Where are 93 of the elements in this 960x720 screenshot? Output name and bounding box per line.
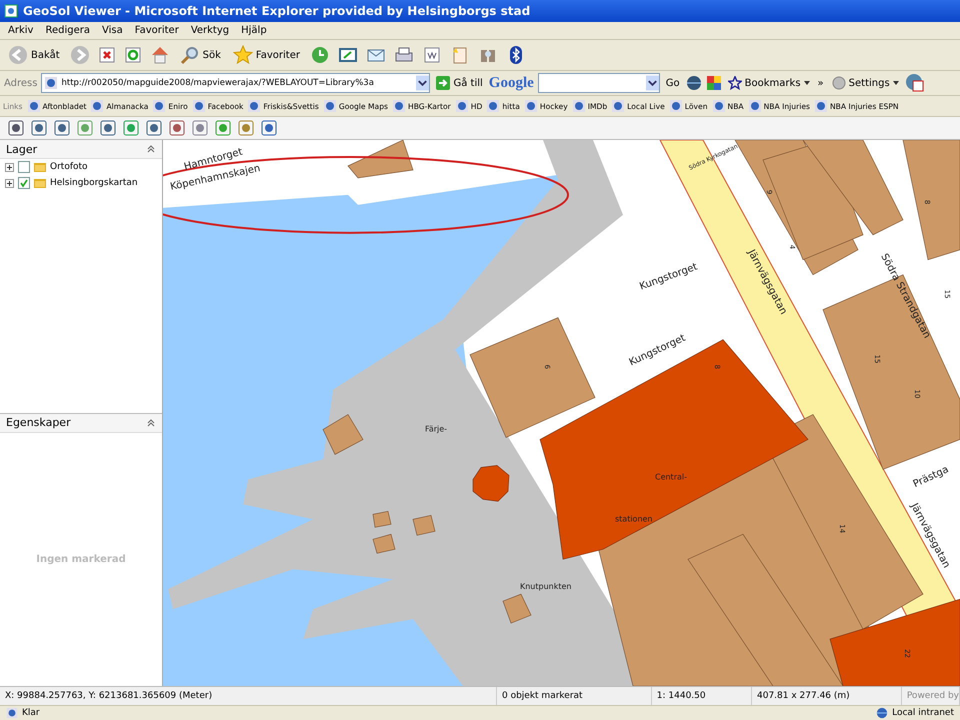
home-icon[interactable]: [150, 45, 170, 65]
menu-item[interactable]: Verktyg: [190, 25, 230, 36]
expand-icon[interactable]: [5, 178, 14, 188]
map-tool-icon[interactable]: [192, 120, 208, 136]
google-logo: Google: [488, 74, 534, 92]
window-icon[interactable]: [338, 45, 358, 65]
dropdown-icon[interactable]: [416, 75, 430, 91]
menu-item[interactable]: Visa: [102, 25, 123, 36]
caret-icon: [892, 81, 899, 85]
caret-icon: [804, 81, 810, 85]
go-button[interactable]: Gå till: [434, 76, 485, 90]
history-icon[interactable]: [310, 45, 330, 65]
circle-icon: [832, 76, 846, 90]
google-search-field[interactable]: [538, 73, 660, 93]
page-icon: [454, 99, 469, 113]
building: [322, 414, 364, 455]
address-field[interactable]: http://r002050/mapguide2008/mapviewerajax/?WEBLAYOUT=Library%3a: [41, 73, 430, 93]
page-icon: [6, 707, 18, 719]
address-label: Adress: [4, 78, 38, 88]
map-tool-icon[interactable]: [8, 120, 24, 136]
page-icon: [611, 99, 626, 113]
map-tool-icon[interactable]: [54, 120, 70, 136]
coordinates-text: X: 99884.257763, Y: 6213681.365609 (Meter): [0, 687, 497, 705]
window-title: GeoSol Viewer - Microsoft Internet Explorer provided by Helsingborgs stad: [23, 4, 530, 18]
page-icon: [748, 99, 762, 113]
page-icon: [90, 99, 104, 113]
star-icon: [232, 45, 253, 65]
page-icon: [524, 99, 538, 113]
map-tool-icon[interactable]: [123, 120, 139, 136]
map-size: 407.81 x 277.46 (m): [752, 687, 902, 705]
globe-icon: [876, 707, 888, 719]
settings-button[interactable]: Settings: [830, 76, 901, 90]
star-icon: [728, 76, 742, 90]
map-tool-icon[interactable]: [169, 120, 185, 136]
page-icon: [44, 76, 58, 90]
building: [372, 510, 392, 528]
page-icon: [712, 99, 726, 113]
dropdown-icon[interactable]: [646, 75, 659, 91]
panel-title: Egenskaper: [6, 416, 71, 429]
globe-icon[interactable]: [686, 75, 702, 91]
layer-checkbox[interactable]: [18, 177, 30, 189]
status-text: Klar: [22, 708, 41, 718]
document-icon[interactable]: [422, 45, 442, 65]
map-tool-icon[interactable]: [31, 120, 47, 136]
bookmarks-button[interactable]: Bookmarks: [726, 76, 812, 90]
layer-label[interactable]: Helsingborgskartan: [50, 178, 138, 188]
puzzle-icon[interactable]: [706, 75, 722, 91]
collapse-icon[interactable]: [146, 418, 156, 428]
more-button[interactable]: »: [816, 78, 826, 88]
expand-icon[interactable]: [5, 162, 14, 172]
folder-icon: [34, 161, 46, 173]
menu-item[interactable]: Hjälp: [241, 25, 267, 36]
browser-icon: [4, 4, 18, 18]
search-icon: [180, 45, 200, 65]
page-icon: [572, 99, 586, 113]
map-tool-icon[interactable]: [146, 120, 162, 136]
station-building: [472, 465, 510, 502]
page-icon: [486, 99, 500, 113]
menu-item[interactable]: Favoriter: [134, 25, 179, 36]
page-icon: [668, 99, 683, 113]
page-icon: [814, 99, 828, 113]
panel-title: Lager: [6, 142, 38, 156]
search-button[interactable]: Sök: [178, 45, 223, 65]
layer-label[interactable]: Ortofoto: [50, 162, 88, 172]
map-tool-icon[interactable]: [215, 120, 231, 136]
page-icon: [322, 99, 337, 113]
building: [372, 534, 396, 554]
menu-item[interactable]: Redigera: [45, 25, 90, 36]
map-tool-icon[interactable]: [261, 120, 277, 136]
stop-icon[interactable]: [98, 46, 116, 64]
refresh-icon[interactable]: [124, 46, 142, 64]
page-icon: [247, 99, 262, 113]
google-go-button[interactable]: Go: [664, 78, 682, 88]
page-icon: [26, 99, 41, 113]
go-arrow-icon: [436, 76, 450, 90]
building: [412, 514, 436, 536]
map-tool-icon[interactable]: [100, 120, 116, 136]
page-icon: [392, 99, 406, 113]
back-button[interactable]: Bakåt: [6, 45, 62, 65]
favorites-button[interactable]: Favoriter: [230, 45, 302, 65]
collapse-icon[interactable]: [146, 144, 156, 154]
building: [502, 594, 532, 624]
map-tool-icon[interactable]: [238, 120, 254, 136]
page-icon: [152, 99, 166, 113]
page-icon: [192, 99, 206, 113]
powered-by-text: Powered by: [902, 687, 960, 705]
menu-item[interactable]: Arkiv: [8, 25, 34, 36]
selection-count: 0 objekt markerat: [496, 687, 652, 705]
layer-checkbox[interactable]: [18, 161, 30, 173]
zone-text: Local intranet: [892, 708, 954, 718]
map-scale: 1: 1440.50: [652, 687, 752, 705]
folder-icon: [34, 177, 46, 189]
empty-message: Ingen markerad: [36, 554, 126, 565]
